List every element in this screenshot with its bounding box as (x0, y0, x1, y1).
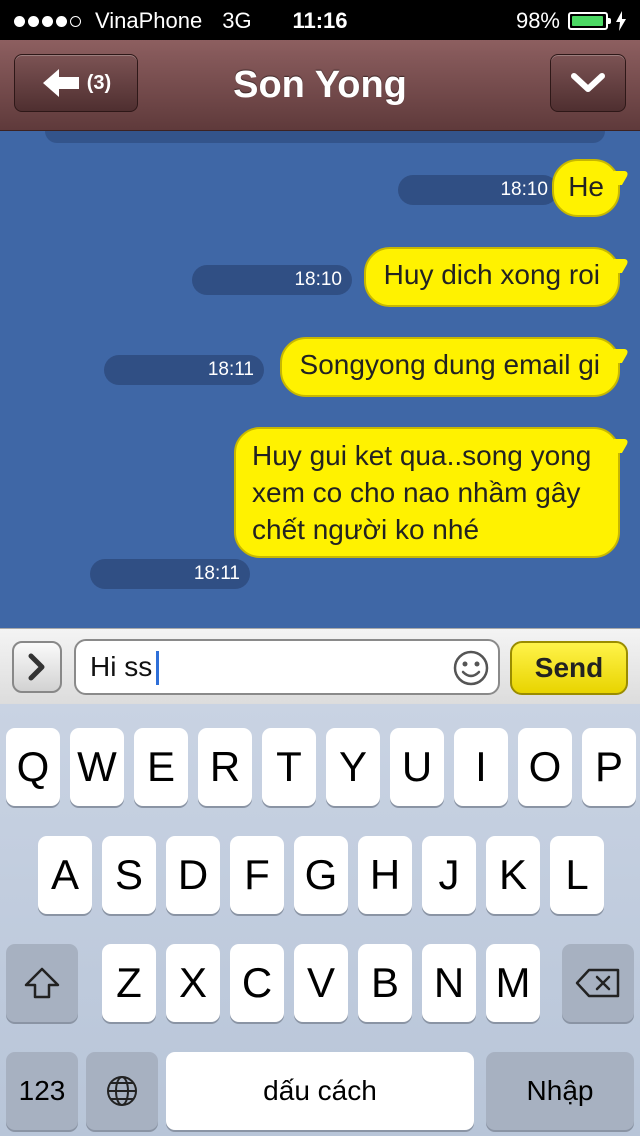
key-c[interactable]: C (230, 944, 284, 1022)
message-time: 18:10 (192, 265, 352, 295)
message-bubble-row: Songyong dung email gi (279, 337, 620, 397)
key-x[interactable]: X (166, 944, 220, 1022)
key-l[interactable]: L (550, 836, 604, 914)
key-g[interactable]: G (294, 836, 348, 914)
message-time: 18:11 (104, 355, 264, 385)
key-q[interactable]: Q (6, 728, 60, 806)
keyboard: Q W E R T Y U I O P A S D F G H J K L Z … (0, 704, 640, 1136)
key-d[interactable]: D (166, 836, 220, 914)
status-right: 98% (516, 8, 626, 34)
battery-percentage: 98% (515, 8, 560, 33)
message-bubble-row: Huy dich xong roi (363, 247, 620, 307)
previous-message-strip (45, 131, 605, 143)
shift-icon (24, 967, 60, 999)
globe-key[interactable] (86, 1052, 158, 1130)
space-key[interactable]: dấu cách (166, 1052, 474, 1130)
key-h[interactable]: H (358, 836, 412, 914)
chevron-down-icon (571, 73, 605, 92)
message-input[interactable] (74, 639, 500, 695)
arrow-left-icon (42, 69, 79, 97)
expand-button[interactable] (12, 641, 62, 693)
chevron-right-icon (28, 653, 45, 681)
delete-key[interactable] (562, 944, 634, 1022)
composer-bar: Send (0, 628, 640, 705)
background-emoticon: ;^) (0, 611, 44, 628)
message-bubble[interactable]: Huy dich xong roi (363, 247, 620, 307)
back-button[interactable]: (3) (14, 54, 138, 112)
key-u[interactable]: U (390, 728, 444, 806)
key-o[interactable]: O (518, 728, 572, 806)
key-p[interactable]: P (582, 728, 636, 806)
unread-count: (3) (86, 71, 112, 94)
numbers-key[interactable]: 123 (6, 1052, 78, 1130)
message-bubble[interactable]: Songyong dung email gi (279, 337, 620, 397)
message-bubble[interactable]: He (552, 159, 620, 217)
status-bar: VinaPhone 3G 11:16 98% (0, 0, 640, 40)
message-time: 18:11 (90, 559, 250, 589)
battery-icon (568, 12, 611, 30)
message-time: 18:10 (398, 175, 558, 205)
battery-fill (572, 16, 604, 26)
message-bubble-row: Huy gui ket qua..song yong xem co cho na… (234, 427, 620, 558)
key-z[interactable]: Z (102, 944, 156, 1022)
key-v[interactable]: V (294, 944, 348, 1022)
text-cursor (156, 651, 159, 685)
key-j[interactable]: J (422, 836, 476, 914)
key-k[interactable]: K (486, 836, 540, 914)
navigation-bar: Son Yong (3) (0, 40, 640, 131)
message-bubble-row: He (552, 159, 620, 217)
smiley-icon[interactable] (452, 649, 490, 687)
key-y[interactable]: Y (326, 728, 380, 806)
return-key[interactable]: Nhập (486, 1052, 634, 1130)
key-s[interactable]: S (102, 836, 156, 914)
shift-key[interactable] (6, 944, 78, 1022)
key-f[interactable]: F (230, 836, 284, 914)
key-i[interactable]: I (454, 728, 508, 806)
backspace-icon (575, 968, 620, 998)
key-n[interactable]: N (422, 944, 476, 1022)
message-bubble[interactable]: Huy gui ket qua..song yong xem co cho na… (234, 427, 620, 558)
key-t[interactable]: T (262, 728, 316, 806)
charging-bolt-icon (616, 11, 626, 31)
key-a[interactable]: A (38, 836, 92, 914)
send-button[interactable]: Send (510, 641, 628, 695)
key-w[interactable]: W (70, 728, 124, 806)
key-r[interactable]: R (198, 728, 252, 806)
globe-icon (107, 1076, 137, 1106)
key-m[interactable]: M (486, 944, 540, 1022)
key-e[interactable]: E (134, 728, 188, 806)
menu-button[interactable] (550, 54, 626, 112)
key-b[interactable]: B (358, 944, 412, 1022)
chat-area[interactable]: ;^) 18:10 He 18:10 Huy dich xong roi 18:… (0, 131, 640, 628)
